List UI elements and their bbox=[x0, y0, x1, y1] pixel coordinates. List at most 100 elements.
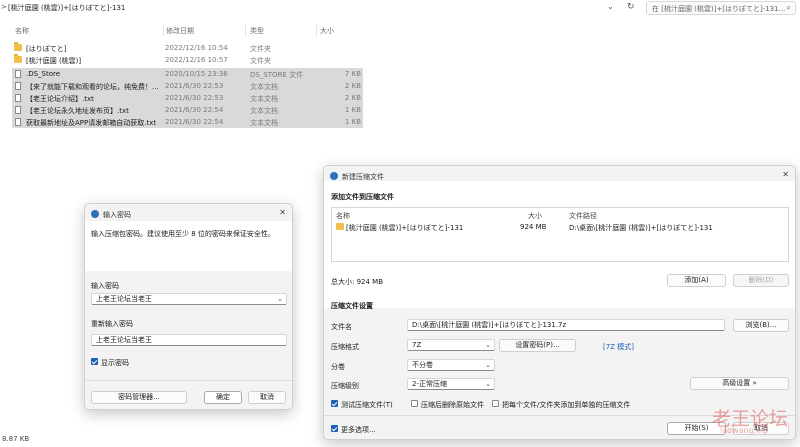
ok-button[interactable]: 确定 bbox=[204, 391, 242, 404]
status-bar-size: 8.87 KB bbox=[2, 435, 30, 443]
column-header-size[interactable]: 大小 bbox=[320, 26, 334, 36]
column-divider[interactable] bbox=[163, 25, 164, 36]
level-select[interactable]: 2-正常压缩 ⌄ bbox=[407, 378, 495, 390]
password-manager-button[interactable]: 密码管理器... bbox=[91, 391, 187, 404]
list-item[interactable]: [桃汁庭園 (桃雲)]+[はりぼてと]-131 924 MB D:\桌面\[桃汁… bbox=[334, 221, 786, 233]
filename-label: 文件名 bbox=[331, 323, 352, 331]
separate-archives-checkbox[interactable] bbox=[492, 400, 499, 407]
format-select[interactable]: 7Z ⌄ bbox=[407, 339, 495, 351]
split-label: 分卷 bbox=[331, 363, 345, 371]
list-header-size[interactable]: 大小 bbox=[528, 211, 542, 221]
show-password-checkbox[interactable] bbox=[91, 358, 98, 365]
file-size: 2 KB bbox=[344, 82, 361, 90]
file-type: 文本文档 bbox=[250, 83, 278, 91]
search-placeholder: 在 [桃汁庭園 (桃雲)]+[はりぼてと]-131... bbox=[652, 5, 786, 13]
file-name: 【老王论坛介绍】.txt bbox=[26, 95, 94, 103]
column-header-name[interactable]: 名称 bbox=[15, 26, 29, 36]
file-name: .DS_Store bbox=[26, 70, 61, 78]
chevron-down-icon[interactable]: ⌄ bbox=[485, 340, 491, 350]
test-archive-checkbox[interactable] bbox=[331, 400, 338, 407]
browse-button[interactable]: 浏览(B)... bbox=[733, 319, 789, 332]
search-icon[interactable]: ⌕ bbox=[787, 3, 791, 13]
split-value: 不分卷 bbox=[412, 361, 433, 369]
chevron-down-icon[interactable]: ⌄ bbox=[277, 294, 283, 304]
text-file-icon bbox=[15, 118, 21, 126]
column-header-date[interactable]: 修改日期 bbox=[166, 26, 194, 36]
dialog-description: 输入压缩包密码。建议使用至少 8 位的密码来保证安全性。 bbox=[91, 230, 275, 238]
more-options-checkbox[interactable] bbox=[331, 425, 338, 432]
delete-after-checkbox[interactable] bbox=[411, 400, 418, 407]
chevron-down-icon[interactable]: ⌄ bbox=[485, 360, 491, 370]
file-row[interactable]: 【来了就能下载和观看的论坛，纯免费！... 2021/6/30 22:53 文本… bbox=[12, 80, 363, 92]
reenter-password-value: 上老王论坛当老王 bbox=[96, 336, 152, 344]
file-list[interactable]: 名称 大小 文件路径 [桃汁庭園 (桃雲)]+[はりぼてと]-131 924 M… bbox=[331, 207, 789, 262]
format-label: 压缩格式 bbox=[331, 343, 359, 351]
format-value: 7Z bbox=[412, 341, 422, 349]
file-date: 2021/6/30 22:54 bbox=[165, 118, 224, 126]
reenter-password-label: 重新输入密码 bbox=[91, 320, 133, 328]
cancel-button[interactable]: 取消 bbox=[248, 391, 286, 404]
file-row[interactable]: [はりぼてと] 2022/12/16 10:54 文件夹 bbox=[12, 42, 363, 54]
file-type: 文本文档 bbox=[250, 119, 278, 127]
close-icon[interactable]: ✕ bbox=[279, 208, 286, 217]
divider bbox=[85, 380, 292, 381]
file-row[interactable]: .DS_Store 2020/10/15 23:36 DS_STORE 文件 7… bbox=[12, 68, 363, 80]
dialog-title: 输入密码 bbox=[103, 211, 131, 219]
breadcrumb-path[interactable]: [桃汁庭園 (桃雲)]+[はりぼてと]-131 bbox=[8, 3, 125, 13]
file-row[interactable]: 【老王论坛永久地址发布页】.txt 2021/6/30 22:54 文本文档 1… bbox=[12, 104, 363, 116]
file-size: 1 KB bbox=[344, 118, 361, 126]
filename-field[interactable]: D:\桌面\[桃汁庭園 (桃雲)]+[はりぼてと]-131.7z bbox=[407, 319, 725, 331]
file-size: 7 KB bbox=[344, 70, 361, 78]
total-size: 总大小: 924 MB bbox=[331, 278, 384, 286]
breadcrumb-chevron-icon[interactable]: > bbox=[1, 3, 7, 11]
format-mode-link[interactable]: [7Z 模式] bbox=[603, 342, 634, 352]
file-size: 2 KB bbox=[344, 94, 361, 102]
address-dropdown-icon[interactable]: ⌄ bbox=[607, 2, 614, 11]
section-heading-settings: 压缩文件设置 bbox=[331, 302, 373, 310]
password-field[interactable]: 上老王论坛当老王 ⌄ bbox=[91, 293, 287, 305]
level-label: 压缩级别 bbox=[331, 382, 359, 390]
reenter-password-field[interactable]: 上老王论坛当老王 bbox=[91, 334, 287, 346]
column-header-row: 名称 修改日期 类型 大小 bbox=[0, 25, 380, 37]
refresh-icon[interactable]: ↻ bbox=[627, 2, 635, 12]
file-name: 获取最新地址及APP请发邮箱自动获取.txt bbox=[26, 119, 157, 127]
file-date: 2021/6/30 22:53 bbox=[165, 82, 224, 90]
file-type: DS_STORE 文件 bbox=[250, 71, 304, 79]
file-type: 文本文档 bbox=[250, 95, 278, 103]
split-select[interactable]: 不分卷 ⌄ bbox=[407, 359, 495, 371]
add-button[interactable]: 添加(A) bbox=[667, 274, 726, 287]
separate-archives-label[interactable]: 把每个文件/文件夹添加到单独的压缩文件 bbox=[502, 400, 630, 410]
file-row[interactable]: 【老王论坛介绍】.txt 2021/6/30 22:53 文本文档 2 KB bbox=[12, 92, 363, 104]
advanced-settings-button[interactable]: 高级设置 » bbox=[690, 377, 789, 390]
file-name: 【来了就能下载和观看的论坛，纯免费！... bbox=[26, 83, 159, 91]
show-password-label[interactable]: 显示密码 bbox=[101, 358, 129, 368]
password-dialog: 输入密码 ✕ 输入压缩包密码。建议使用至少 8 位的密码来保证安全性。 输入密码… bbox=[84, 203, 293, 410]
address-bar: > [桃汁庭園 (桃雲)]+[はりぼてと]-131 ⌄ ↻ 在 [桃汁庭園 (桃… bbox=[0, 0, 800, 17]
file-row[interactable]: 获取最新地址及APP请发邮箱自动获取.txt 2021/6/30 22:54 文… bbox=[12, 116, 363, 128]
app-icon bbox=[91, 210, 99, 218]
new-archive-dialog: 新建压缩文件 ✕ 添加文件到压缩文件 名称 大小 文件路径 [桃汁庭園 (桃雲)… bbox=[323, 165, 796, 440]
chevron-down-icon[interactable]: ⌄ bbox=[485, 379, 491, 389]
column-divider[interactable] bbox=[316, 25, 317, 36]
close-icon[interactable]: ✕ bbox=[782, 170, 789, 179]
file-row[interactable]: [桃汁庭園 (桃雲)] 2022/12/16 10:57 文件夹 bbox=[12, 54, 363, 66]
delete-after-label[interactable]: 压缩后删除原始文件 bbox=[421, 400, 484, 410]
list-header-name[interactable]: 名称 bbox=[336, 211, 350, 221]
more-options-label[interactable]: 更多选项... bbox=[341, 425, 376, 435]
list-header-path[interactable]: 文件路径 bbox=[569, 211, 597, 221]
password-value: 上老王论坛当老王 bbox=[96, 295, 152, 303]
list-item-name: [桃汁庭園 (桃雲)]+[はりぼてと]-131 bbox=[346, 224, 464, 232]
list-item-path: D:\桌面\[桃汁庭園 (桃雲)]+[はりぼてと]-131 bbox=[569, 224, 713, 232]
column-divider[interactable] bbox=[245, 25, 246, 36]
file-name: [桃汁庭園 (桃雲)] bbox=[26, 57, 82, 65]
app-icon bbox=[330, 172, 338, 180]
folder-icon bbox=[336, 223, 344, 230]
text-file-icon bbox=[15, 82, 21, 90]
search-input[interactable]: 在 [桃汁庭園 (桃雲)]+[はりぼてと]-131... ⌕ bbox=[646, 1, 796, 15]
filename-value: D:\桌面\[桃汁庭園 (桃雲)]+[はりぼてと]-131.7z bbox=[412, 321, 567, 329]
column-header-type[interactable]: 类型 bbox=[250, 26, 264, 36]
set-password-button[interactable]: 设置密码(P)... bbox=[499, 339, 576, 352]
delete-button[interactable]: 删除(D) bbox=[733, 274, 789, 287]
test-archive-label[interactable]: 测试压缩文件(T) bbox=[341, 400, 393, 410]
watermark-url: laowang.vip bbox=[720, 426, 769, 435]
